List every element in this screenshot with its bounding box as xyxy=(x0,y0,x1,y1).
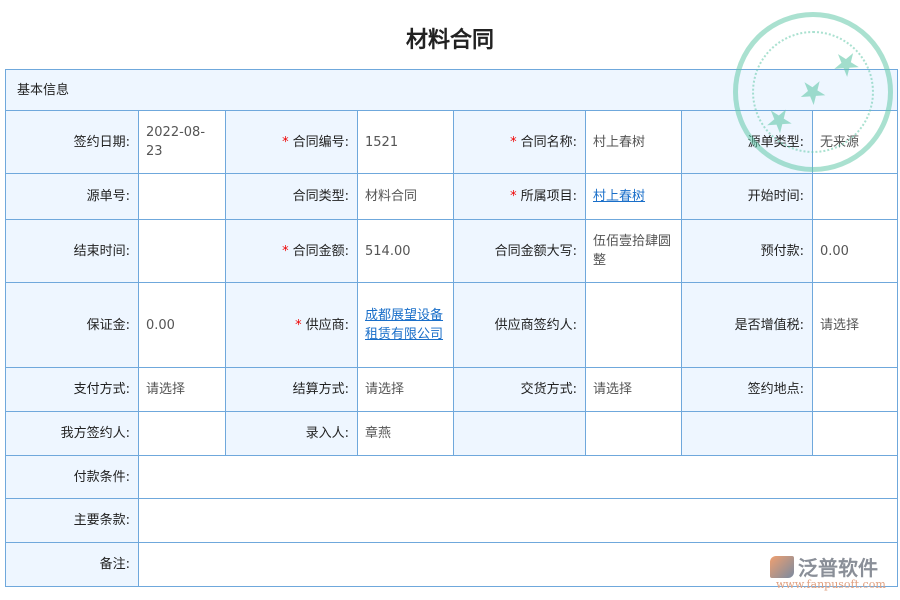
sign-place-value[interactable] xyxy=(813,368,898,412)
settle-method-select[interactable]: 请选择 xyxy=(358,368,454,412)
delivery-method-label: 交货方式: xyxy=(454,368,586,412)
supplier-label: *供应商: xyxy=(226,283,358,368)
sign-date-value[interactable]: 2022-08-23 xyxy=(139,111,226,174)
remark-label: 备注: xyxy=(6,543,139,587)
logo-name: 泛普软件 xyxy=(798,552,878,581)
contract-form: 基本信息 签约日期: 2022-08-23 *合同编号: 1521 *合同名称:… xyxy=(5,69,898,587)
amount-upper-value: 伍佰壹拾肆圆整 xyxy=(586,220,682,283)
source-type-label: 源单类型: xyxy=(682,111,813,174)
source-no-value[interactable] xyxy=(139,174,226,220)
amount-label: *合同金额: xyxy=(226,220,358,283)
required-mark: * xyxy=(282,244,289,259)
pay-terms-label: 付款条件: xyxy=(6,456,139,499)
required-mark: * xyxy=(510,135,517,150)
entered-by-value: 章燕 xyxy=(358,412,454,456)
contract-type-value[interactable]: 材料合同 xyxy=(358,174,454,220)
fanpu-logo: 泛普软件 www.fanpusoft.com xyxy=(770,552,878,581)
source-no-label: 源单号: xyxy=(6,174,139,220)
pay-method-select[interactable]: 请选择 xyxy=(139,368,226,412)
logo-icon xyxy=(770,556,794,578)
supplier-signer-label: 供应商签约人: xyxy=(454,283,586,368)
supplier-link[interactable]: 成都展望设备租赁有限公司 xyxy=(365,308,443,342)
main-terms-label: 主要条款: xyxy=(6,499,139,543)
vat-select[interactable]: 请选择 xyxy=(813,283,898,368)
contract-no-label: *合同编号: xyxy=(226,111,358,174)
end-time-label: 结束时间: xyxy=(6,220,139,283)
main-terms-value[interactable] xyxy=(139,499,898,543)
start-time-value[interactable] xyxy=(813,174,898,220)
sign-place-label: 签约地点: xyxy=(682,368,813,412)
contract-no-value[interactable]: 1521 xyxy=(358,111,454,174)
empty-cell xyxy=(813,412,898,456)
required-mark: * xyxy=(282,135,289,150)
empty-cell xyxy=(454,412,586,456)
sign-date-label: 签约日期: xyxy=(6,111,139,174)
pay-method-label: 支付方式: xyxy=(6,368,139,412)
vat-label: 是否增值税: xyxy=(682,283,813,368)
settle-method-label: 结算方式: xyxy=(226,368,358,412)
source-type-value[interactable]: 无来源 xyxy=(813,111,898,174)
empty-cell xyxy=(682,412,813,456)
prepay-label: 预付款: xyxy=(682,220,813,283)
contract-name-value[interactable]: 村上春树 xyxy=(586,111,682,174)
entered-by-label: 录入人: xyxy=(226,412,358,456)
required-mark: * xyxy=(295,318,302,333)
empty-cell xyxy=(586,412,682,456)
supplier-signer-value[interactable] xyxy=(586,283,682,368)
prepay-value[interactable]: 0.00 xyxy=(813,220,898,283)
pay-terms-value[interactable] xyxy=(139,456,898,499)
amount-upper-label: 合同金额大写: xyxy=(454,220,586,283)
amount-value[interactable]: 514.00 xyxy=(358,220,454,283)
delivery-method-select[interactable]: 请选择 xyxy=(586,368,682,412)
start-time-label: 开始时间: xyxy=(682,174,813,220)
deposit-value[interactable]: 0.00 xyxy=(139,283,226,368)
page-title: 材料合同 xyxy=(0,22,900,54)
project-link[interactable]: 村上春树 xyxy=(593,189,645,204)
logo-url: www.fanpusoft.com xyxy=(776,578,886,591)
end-time-value[interactable] xyxy=(139,220,226,283)
project-label: *所属项目: xyxy=(454,174,586,220)
required-mark: * xyxy=(510,189,517,204)
our-signer-label: 我方签约人: xyxy=(6,412,139,456)
deposit-label: 保证金: xyxy=(6,283,139,368)
section-header: 基本信息 xyxy=(6,70,898,111)
contract-name-label: *合同名称: xyxy=(454,111,586,174)
contract-type-label: 合同类型: xyxy=(226,174,358,220)
our-signer-value[interactable] xyxy=(139,412,226,456)
